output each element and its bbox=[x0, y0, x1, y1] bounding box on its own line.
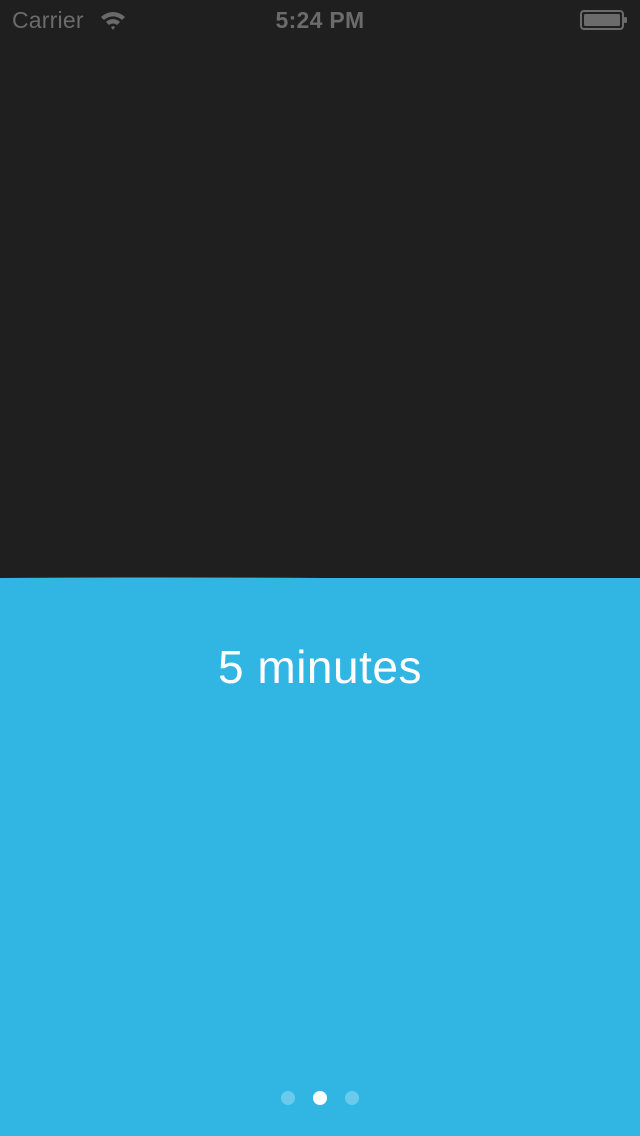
app-screen: Carrier 5:24 PM 5 minutes bbox=[0, 0, 640, 1136]
page-dot-1[interactable] bbox=[281, 1091, 295, 1105]
page-dot-2[interactable] bbox=[313, 1091, 327, 1105]
status-bar: Carrier 5:24 PM bbox=[0, 0, 640, 40]
page-dot-3[interactable] bbox=[345, 1091, 359, 1105]
empty-region bbox=[0, 40, 640, 578]
page-control[interactable] bbox=[0, 1091, 640, 1107]
duration-label: 5 minutes bbox=[218, 641, 422, 693]
status-time: 5:24 PM bbox=[275, 7, 365, 33]
battery-icon bbox=[580, 10, 628, 30]
